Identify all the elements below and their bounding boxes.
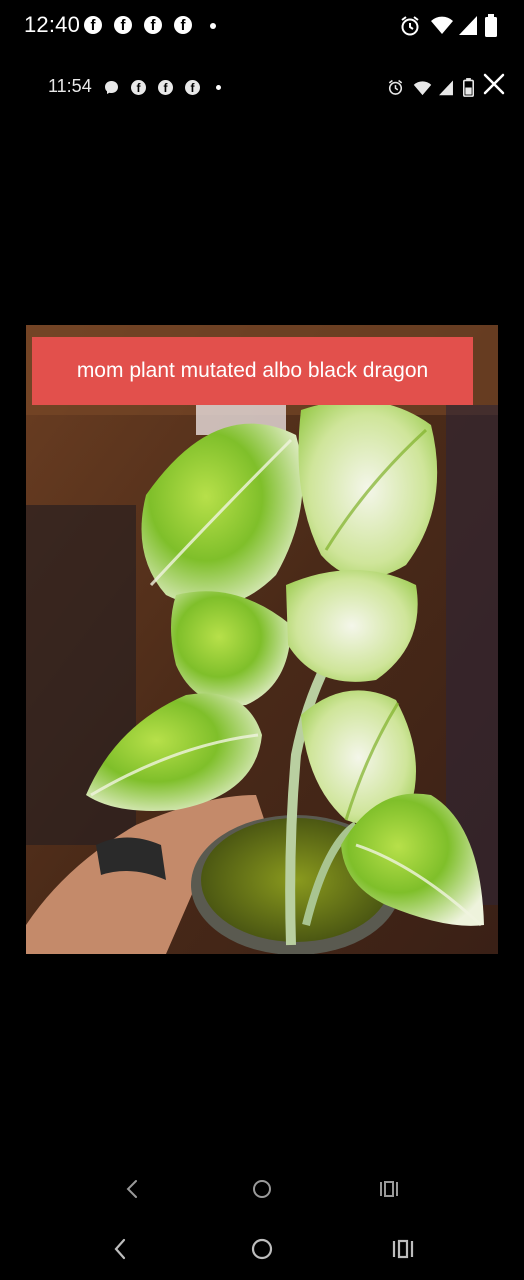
recents-icon — [392, 1239, 414, 1259]
facebook-icon: f — [174, 16, 192, 34]
facebook-icon: f — [84, 16, 102, 34]
battery-icon — [485, 14, 497, 37]
image-caption: mom plant mutated albo black dragon — [32, 337, 473, 405]
navigation-bar — [0, 1224, 524, 1274]
plant-photo[interactable] — [26, 325, 498, 954]
home-button[interactable] — [240, 1224, 284, 1274]
back-button[interactable] — [100, 1224, 140, 1274]
recents-button[interactable] — [382, 1224, 424, 1274]
home-button[interactable] — [243, 1164, 281, 1214]
status-bar: 12:40 f f f f — [0, 0, 524, 52]
facebook-icon: f — [114, 16, 132, 34]
inner-status-time: 11:54 — [48, 76, 92, 96]
back-button[interactable] — [114, 1164, 150, 1214]
recents-button[interactable] — [370, 1164, 408, 1214]
wifi-icon — [413, 81, 432, 96]
back-icon — [126, 1180, 137, 1198]
variegated-plant-image — [26, 325, 498, 954]
home-icon — [253, 1180, 271, 1198]
close-button[interactable] — [478, 68, 510, 100]
alarm-icon — [401, 16, 419, 36]
recents-icon — [380, 1181, 398, 1197]
inner-navigation-bar — [0, 1164, 524, 1214]
signal-icon — [459, 16, 477, 35]
facebook-icon: f — [144, 16, 162, 34]
notification-dot-icon — [216, 85, 221, 90]
home-icon — [251, 1238, 273, 1260]
alarm-icon — [388, 79, 403, 95]
wifi-icon — [431, 16, 453, 34]
messenger-icon — [105, 81, 118, 94]
status-time: 12:40 — [24, 12, 81, 37]
signal-icon — [439, 80, 453, 96]
facebook-icon: f — [185, 80, 200, 95]
notification-dot-icon — [210, 23, 216, 29]
facebook-icon: f — [131, 80, 146, 95]
back-icon — [114, 1238, 126, 1260]
battery-icon — [463, 78, 474, 97]
facebook-icon: f — [158, 80, 173, 95]
